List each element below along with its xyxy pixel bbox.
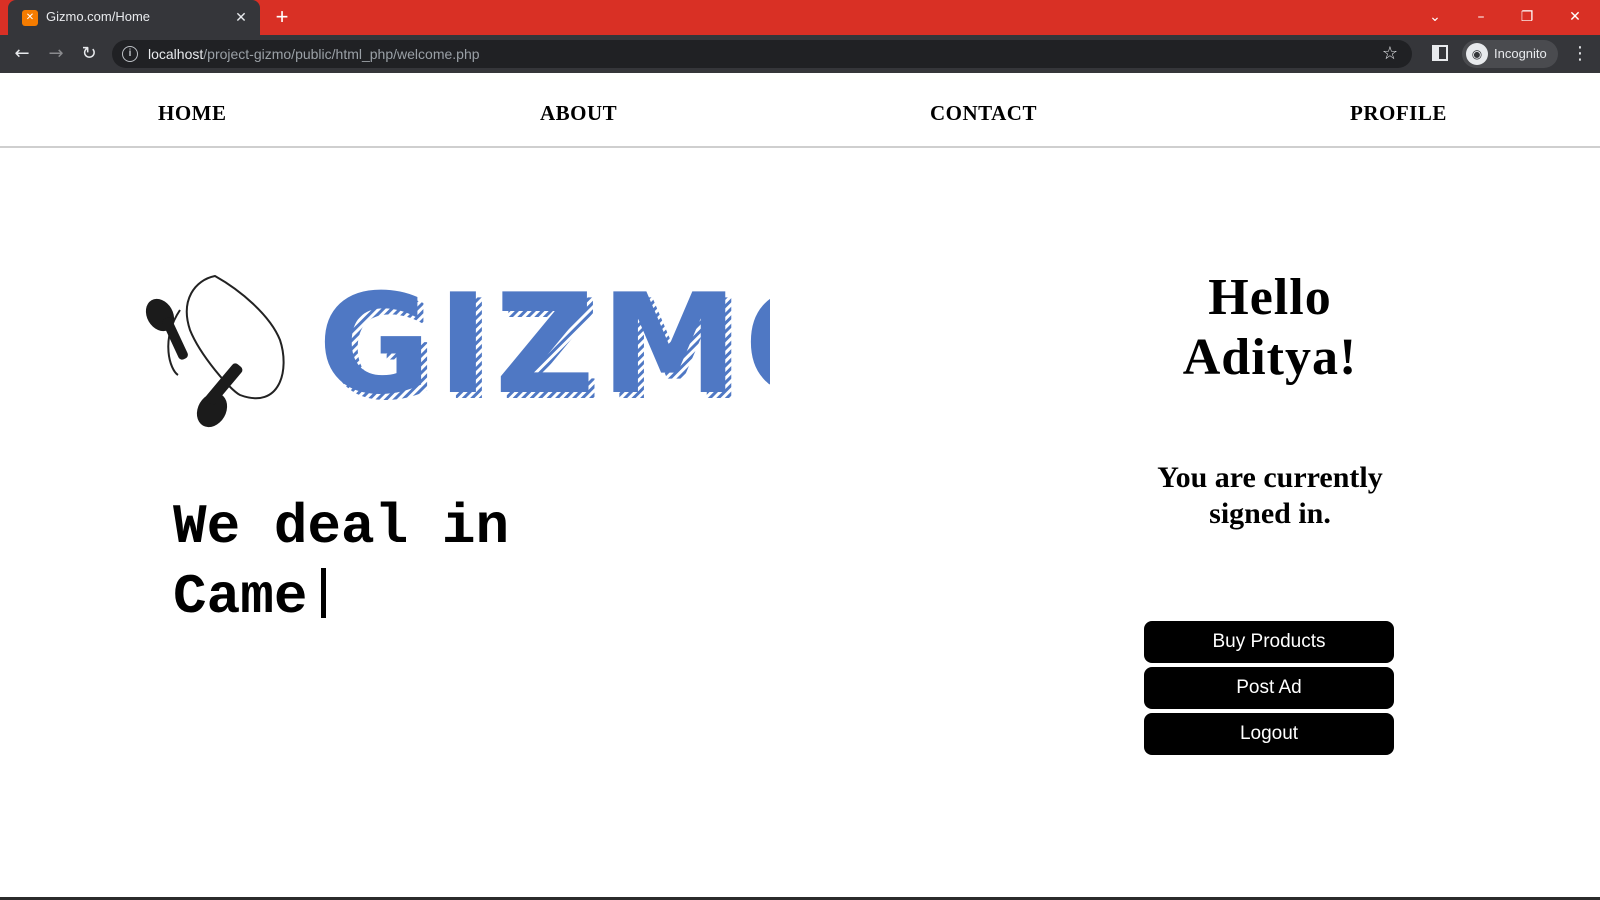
gizmo-logo: GIZMO GIZMO	[145, 270, 770, 431]
new-tab-icon[interactable]: +	[270, 6, 294, 30]
close-window-icon[interactable]: ✕	[1560, 4, 1590, 30]
earphones-icon	[145, 274, 285, 428]
typing-caret	[321, 568, 327, 618]
greeting-heading: Hello Aditya!	[1182, 269, 1358, 386]
incognito-icon: ◉	[1466, 43, 1488, 65]
post-ad-button[interactable]: Post Ad	[1144, 667, 1394, 709]
reload-icon[interactable]: ↻	[78, 43, 100, 65]
close-tab-icon[interactable]: ✕	[232, 8, 250, 26]
tagline-line-2: Came	[173, 565, 308, 629]
buy-products-button[interactable]: Buy Products	[1144, 621, 1394, 663]
svg-text:GIZMO: GIZMO	[318, 270, 770, 425]
site-info-icon[interactable]: i	[122, 46, 138, 62]
bookmark-star-icon[interactable]: ☆	[1382, 43, 1398, 64]
address-bar[interactable]: i localhost/project-gizmo/public/html_ph…	[112, 40, 1412, 68]
nav-contact-link[interactable]: CONTACT	[930, 101, 1037, 126]
browser-menu-icon[interactable]: ⋮	[1570, 43, 1590, 65]
nav-profile-link[interactable]: PROFILE	[1350, 101, 1447, 126]
url-text[interactable]: localhost/project-gizmo/public/html_php/…	[148, 46, 480, 62]
incognito-indicator[interactable]: ◉ Incognito	[1462, 40, 1558, 68]
side-panel-icon[interactable]	[1432, 45, 1448, 61]
browser-toolbar: ← → ↻ i localhost/project-gizmo/public/h…	[0, 35, 1600, 73]
nav-about-link[interactable]: ABOUT	[540, 101, 617, 126]
xampp-favicon-icon: ✕	[22, 10, 38, 26]
site-navbar: HOME ABOUT CONTACT PROFILE	[0, 73, 1600, 148]
back-arrow-icon[interactable]: ←	[11, 43, 33, 65]
tab-search-chevron-icon[interactable]: ⌄	[1420, 4, 1450, 30]
browser-tabstrip: ✕ Gizmo.com/Home ✕ + ⌄ – ❐ ✕	[0, 0, 1600, 35]
nav-home-link[interactable]: HOME	[158, 101, 227, 126]
browser-tab-active[interactable]: ✕ Gizmo.com/Home ✕	[8, 0, 260, 35]
tab-title: Gizmo.com/Home	[46, 9, 151, 24]
typewriter-tagline: We deal in Came	[173, 492, 873, 632]
tagline-line-1: We deal in	[173, 495, 510, 559]
signin-status-text: You are currently signed in.	[1157, 461, 1383, 530]
logout-button[interactable]: Logout	[1144, 713, 1394, 755]
restore-window-icon[interactable]: ❐	[1512, 4, 1542, 30]
minimize-window-icon[interactable]: –	[1466, 4, 1496, 30]
forward-arrow-icon[interactable]: →	[45, 43, 67, 65]
incognito-label: Incognito	[1494, 46, 1547, 61]
